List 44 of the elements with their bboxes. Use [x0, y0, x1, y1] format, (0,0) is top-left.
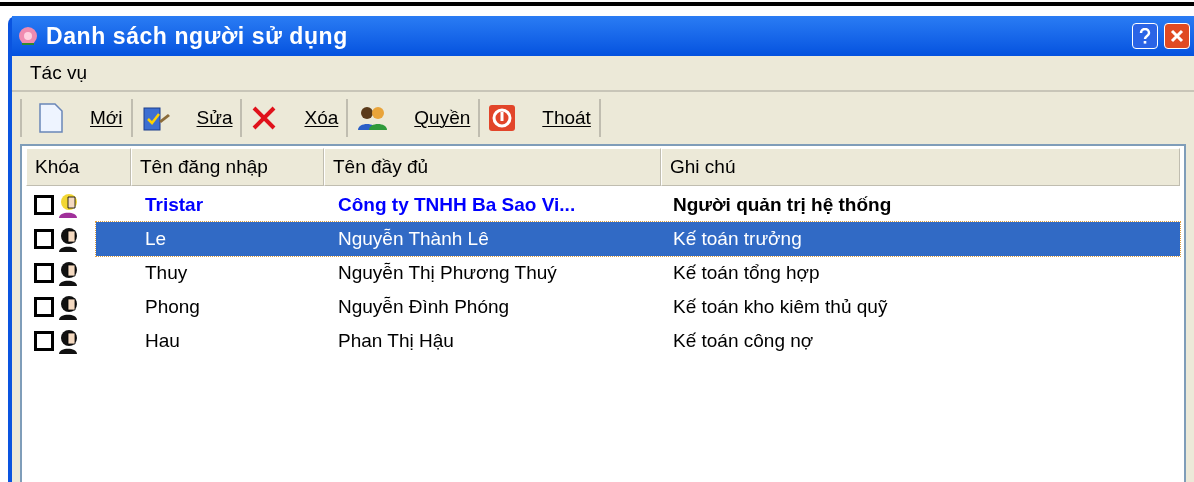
- window-title: Danh sách người sử dụng: [46, 21, 348, 51]
- column-header[interactable]: Khóa: [26, 148, 131, 186]
- column-header[interactable]: Ghi chú: [661, 148, 1180, 186]
- table-row[interactable]: Le Nguyễn Thành Lê Kế toán trưởng: [96, 222, 1180, 256]
- table-cell: Công ty TNHH Ba Sao Vi...: [338, 193, 576, 215]
- column-header[interactable]: Tên đầy đủ: [324, 148, 661, 186]
- help-icon: [1139, 28, 1151, 44]
- table-cell: Kế toán kho kiêm thủ quỹ: [673, 295, 888, 317]
- table-cell: Nguyễn Thành Lê: [338, 227, 489, 249]
- table-cell: Nguyễn Đình Phóng: [338, 295, 510, 317]
- menu-item[interactable]: Tác vụ: [30, 58, 88, 88]
- lock-checkbox[interactable]: [34, 229, 54, 249]
- column-header[interactable]: Tên đăng nhập: [131, 148, 324, 186]
- toolbar-button[interactable]: Sửa: [132, 97, 241, 139]
- close-button[interactable]: [1164, 23, 1190, 49]
- table-row[interactable]: Hau Phan Thị Hậu Kế toán công nợ: [96, 324, 1180, 358]
- lock-checkbox[interactable]: [34, 263, 54, 283]
- toolbar-button[interactable]: Xóa: [242, 97, 347, 139]
- document-icon: [38, 103, 64, 133]
- power-icon: [488, 104, 517, 132]
- table-cell: Nguyễn Thị Phương Thuý: [338, 261, 557, 283]
- table-cell: Hau: [145, 329, 180, 351]
- table-cell: Người quản trị hệ thống: [673, 193, 892, 215]
- lock-checkbox[interactable]: [34, 331, 54, 351]
- lock-checkbox[interactable]: [34, 297, 54, 317]
- table-cell: Le: [145, 227, 167, 249]
- lotus-icon: [16, 24, 40, 48]
- table-cell: Tristar: [145, 193, 204, 215]
- users-icon: [356, 104, 389, 132]
- toolbar-button[interactable]: Mới: [30, 97, 131, 139]
- lock-checkbox[interactable]: [34, 195, 54, 215]
- help-button[interactable]: [1132, 23, 1158, 49]
- table-cell: Thuy: [145, 261, 188, 283]
- table-cell: Kế toán tổng hợp: [673, 261, 820, 283]
- table-row[interactable]: Tristar Công ty TNHH Ba Sao Vi... Người quản trị hệ thống: [96, 188, 1180, 222]
- toolbar-button[interactable]: Quyền: [348, 97, 479, 139]
- table-cell: Kế toán trưởng: [673, 227, 802, 249]
- table-row[interactable]: Thuy Nguyễn Thị Phương Thuý Kế toán tổng hợp: [96, 256, 1180, 290]
- table-cell: Phan Thị Hậu: [338, 329, 454, 351]
- table-cell: Kế toán công nợ: [673, 329, 814, 351]
- toolbar-button[interactable]: Thoát: [480, 97, 599, 139]
- close-icon: [1170, 29, 1184, 43]
- table-row[interactable]: Phong Nguyễn Đình Phóng Kế toán kho kiêm thủ quỹ: [96, 290, 1180, 324]
- table-cell: Phong: [145, 295, 200, 317]
